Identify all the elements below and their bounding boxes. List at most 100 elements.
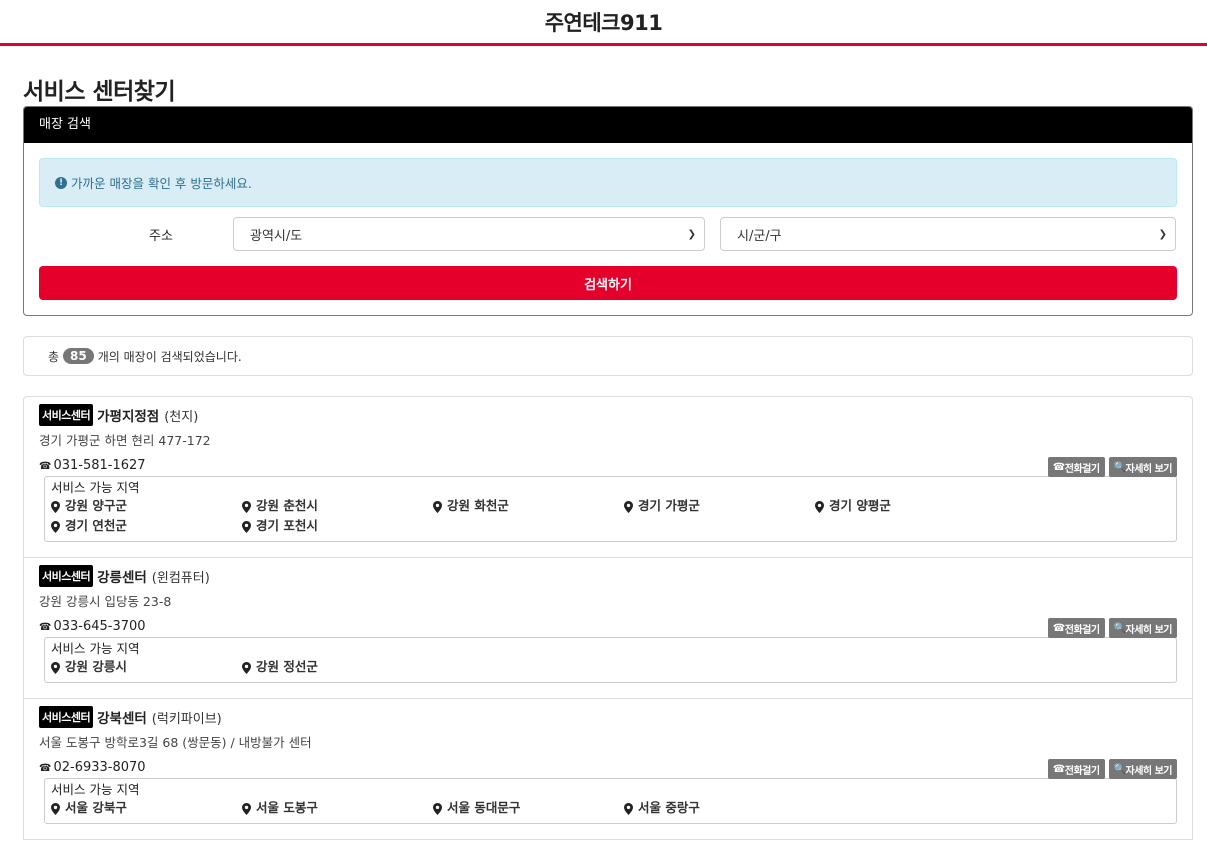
search-panel-title: 매장 검색: [24, 107, 1192, 143]
top-header: 주연테크911: [0, 0, 1207, 46]
store-name: 강릉센터: [97, 570, 147, 586]
map-pin-icon: [51, 661, 60, 674]
phone-icon: ☎: [1052, 461, 1065, 473]
store-item: 서비스센터 강북센터 (럭키파이브) 서울 도봉구 방학로3길 68 (쌍문동) / …: [24, 699, 1192, 840]
brand-logo[interactable]: 주연테크911: [545, 7, 663, 37]
service-area-label: 서울 도봉구: [256, 800, 318, 815]
call-button[interactable]: ☎ 전화걸기: [1047, 759, 1105, 779]
service-area-label: 경기 양평군: [829, 498, 891, 513]
call-button-label: 전화걸기: [1064, 624, 1100, 636]
service-areas-title: 서비스 가능 지역: [51, 782, 140, 797]
store-phone: ☎ 033-645-3700: [39, 619, 146, 634]
service-area: 경기 가평군: [624, 496, 815, 516]
service-area-label: 경기 가평군: [638, 498, 700, 513]
map-pin-icon: [242, 500, 251, 513]
service-area: 경기 연천군: [51, 516, 242, 536]
service-area: 강원 강릉시: [51, 657, 242, 677]
store-phone: ☎ 031-581-1627: [39, 458, 146, 473]
service-area-label: 경기 연천군: [65, 518, 127, 533]
call-button-label: 전화걸기: [1064, 765, 1100, 777]
map-pin-icon: [433, 802, 442, 815]
phone-icon: ☎: [39, 621, 52, 633]
map-pin-icon: [242, 520, 251, 533]
map-pin-icon: [624, 500, 633, 513]
service-area-label: 강원 정선군: [256, 659, 318, 674]
phone-icon: ☎: [39, 762, 52, 774]
result-suffix: 개의 매장이 검색되었습니다.: [97, 349, 242, 364]
store-phone-number: 033-645-3700: [53, 618, 146, 634]
province-select[interactable]: 광역시/도 ❯: [233, 217, 705, 251]
detail-button[interactable]: 🔍 자세히 보기: [1108, 457, 1177, 477]
store-sub-name: (럭키파이브): [151, 711, 222, 727]
store-type-badge: 서비스센터: [39, 565, 94, 587]
phone-icon: ☎: [1052, 763, 1065, 775]
result-count: 총 85 개의 매장이 검색되었습니다.: [23, 336, 1193, 376]
service-areas-box: 서비스 가능 지역서울 강북구 서울 도봉구 서울 동대문구 서울 중랑구: [44, 778, 1177, 824]
search-panel: 매장 검색 ! 가까운 매장을 확인 후 방문하세요. 주소 광역시/도 ❯ 시…: [23, 106, 1193, 316]
detail-button-label: 자세히 보기: [1125, 624, 1173, 636]
store-item: 서비스센터 강릉센터 (윈컴퓨터) 강원 강릉시 입당동 23-8 ☎ 033-645-3…: [24, 558, 1192, 699]
store-sub-name: (천지): [164, 409, 199, 425]
service-area-label: 서울 동대문구: [447, 800, 521, 815]
service-area-label: 강원 양구군: [65, 498, 127, 513]
store-type-badge: 서비스센터: [39, 404, 94, 426]
service-area: 강원 춘천시: [242, 496, 433, 516]
notice-text: 가까운 매장을 확인 후 방문하세요.: [71, 176, 252, 191]
chevron-down-icon: ❯: [687, 228, 696, 240]
store-sub-name: (윈컴퓨터): [151, 570, 210, 586]
zoom-icon: 🔍: [1113, 622, 1126, 634]
service-area-label: 서울 강북구: [65, 800, 127, 815]
service-areas-title: 서비스 가능 지역: [51, 641, 140, 656]
service-area-label: 강원 강릉시: [65, 659, 127, 674]
map-pin-icon: [51, 520, 60, 533]
store-name: 강북센터: [97, 711, 147, 727]
address-label: 주소: [149, 228, 173, 244]
service-area-label: 강원 화천군: [447, 498, 509, 513]
map-pin-icon: [51, 500, 60, 513]
service-area-label: 경기 포천시: [256, 518, 318, 533]
service-area-label: 서울 중랑구: [638, 800, 700, 815]
service-areas-box: 서비스 가능 지역강원 강릉시 강원 정선군: [44, 637, 1177, 683]
store-item: 서비스센터 가평지정점 (천지) 경기 가평군 하면 현리 477-172 ☎ 031-5…: [24, 397, 1192, 558]
service-area: 경기 포천시: [242, 516, 433, 536]
chevron-down-icon: ❯: [1158, 228, 1167, 240]
phone-icon: ☎: [39, 460, 52, 472]
zoom-icon: 🔍: [1113, 763, 1126, 775]
store-phone: ☎ 02-6933-8070: [39, 760, 146, 775]
service-areas-box: 서비스 가능 지역강원 양구군 강원 춘천시 강원 화천군 경기 가평군 경기 양평군경…: [44, 476, 1177, 542]
service-area: 서울 동대문구: [433, 798, 624, 818]
store-list: 서비스센터 가평지정점 (천지) 경기 가평군 하면 현리 477-172 ☎ 031-5…: [23, 396, 1193, 840]
info-icon: !: [55, 176, 67, 189]
map-pin-icon: [624, 802, 633, 815]
detail-button-label: 자세히 보기: [1125, 765, 1173, 777]
detail-button-label: 자세히 보기: [1125, 463, 1173, 475]
city-select-value: 시/군/구: [737, 228, 782, 244]
search-button[interactable]: 검색하기: [39, 266, 1177, 300]
service-area: 경기 양평군: [815, 496, 1006, 516]
page-title: 서비스 센터찾기: [23, 79, 176, 105]
service-area: 강원 화천군: [433, 496, 624, 516]
city-select[interactable]: 시/군/구 ❯: [720, 217, 1176, 251]
store-address: 강원 강릉시 입당동 23-8: [39, 594, 172, 609]
store-phone-number: 02-6933-8070: [53, 759, 146, 775]
service-areas-title: 서비스 가능 지역: [51, 480, 140, 495]
map-pin-icon: [242, 802, 251, 815]
call-button[interactable]: ☎ 전화걸기: [1047, 457, 1105, 477]
service-area: 서울 중랑구: [624, 798, 815, 818]
service-area: 서울 도봉구: [242, 798, 433, 818]
store-address: 경기 가평군 하면 현리 477-172: [39, 433, 211, 448]
service-area: 강원 양구군: [51, 496, 242, 516]
store-type-badge: 서비스센터: [39, 706, 94, 728]
service-area: 서울 강북구: [51, 798, 242, 818]
call-button[interactable]: ☎ 전화걸기: [1047, 618, 1105, 638]
detail-button[interactable]: 🔍 자세히 보기: [1108, 759, 1177, 779]
detail-button[interactable]: 🔍 자세히 보기: [1108, 618, 1177, 638]
store-name: 가평지정점: [97, 409, 160, 425]
address-row: 주소 광역시/도 ❯ 시/군/구 ❯: [39, 217, 1177, 251]
store-phone-number: 031-581-1627: [53, 457, 146, 473]
result-prefix: 총: [48, 349, 60, 364]
map-pin-icon: [433, 500, 442, 513]
map-pin-icon: [242, 661, 251, 674]
count-badge: 85: [63, 348, 94, 364]
map-pin-icon: [51, 802, 60, 815]
